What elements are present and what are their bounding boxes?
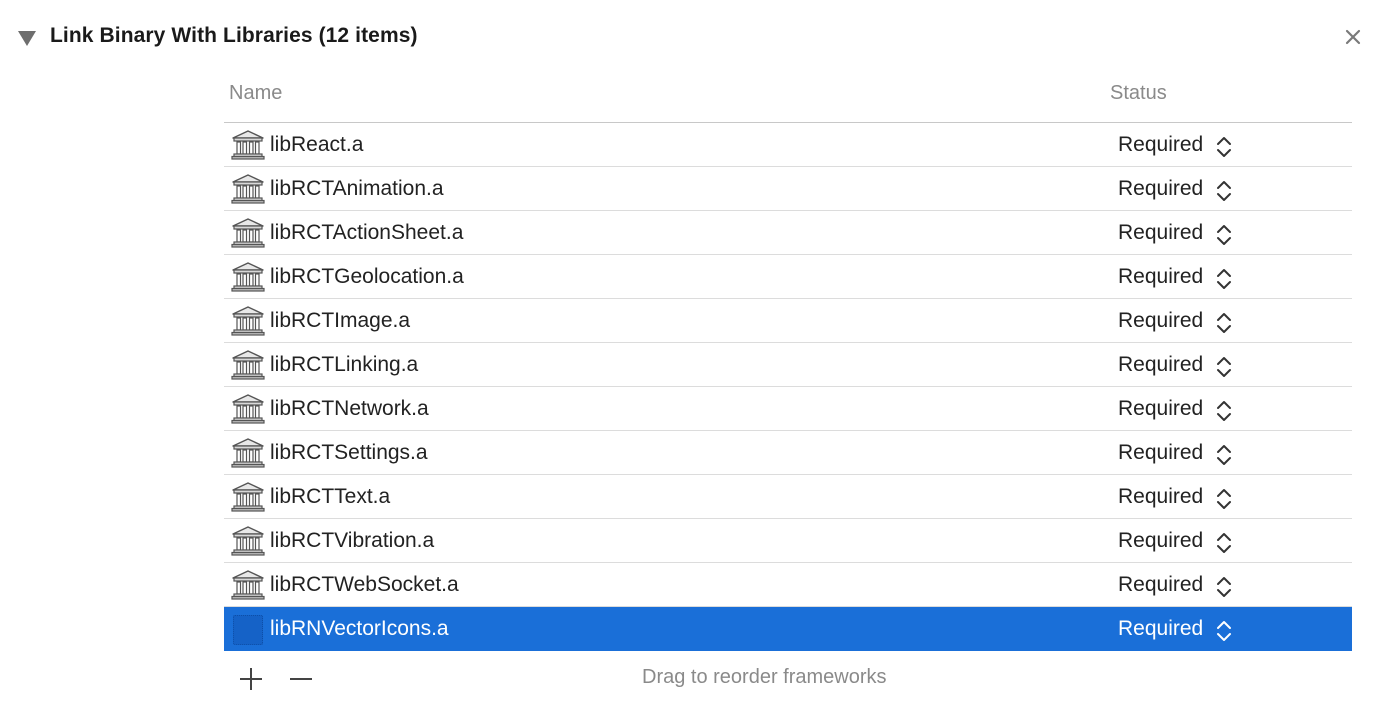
- status-value: Required: [1118, 529, 1204, 552]
- table-row[interactable]: libReact.a Required: [224, 123, 1352, 167]
- table-row[interactable]: libRCTVibration.a Required: [224, 519, 1352, 563]
- table-row[interactable]: libRCTImage.a Required: [224, 299, 1352, 343]
- status-popup-button[interactable]: Required: [1118, 573, 1231, 599]
- up-down-chevron-icon: [1216, 442, 1232, 468]
- table-row[interactable]: libRCTSettings.a Required: [224, 431, 1352, 475]
- table-header: Name Status: [224, 72, 1352, 123]
- reorder-hint: Drag to reorder frameworks: [642, 666, 887, 688]
- status-value: Required: [1118, 353, 1204, 376]
- build-phase-header: Link Binary With Libraries (12 items): [0, 0, 1380, 78]
- library-name: libRCTText.a: [270, 485, 391, 508]
- up-down-chevron-icon: [1216, 618, 1232, 644]
- library-icon: [231, 526, 265, 556]
- table-row[interactable]: libRCTActionSheet.a Required: [224, 211, 1352, 255]
- table-row[interactable]: libRNVectorIcons.a Required: [224, 607, 1352, 651]
- table-row[interactable]: libRCTGeolocation.a Required: [224, 255, 1352, 299]
- library-icon: [231, 130, 265, 160]
- status-value: Required: [1118, 221, 1204, 244]
- table-row[interactable]: libRCTNetwork.a Required: [224, 387, 1352, 431]
- up-down-chevron-icon: [1216, 398, 1232, 424]
- table-row[interactable]: libRCTWebSocket.a Required: [224, 563, 1352, 607]
- status-popup-button[interactable]: Required: [1118, 265, 1231, 291]
- library-icon: [231, 570, 265, 600]
- up-down-chevron-icon: [1216, 574, 1232, 600]
- status-value: Required: [1118, 441, 1204, 464]
- status-value: Required: [1118, 177, 1204, 200]
- library-name: libRCTNetwork.a: [270, 397, 429, 420]
- library-name: libRCTSettings.a: [270, 441, 428, 464]
- table-row[interactable]: libRCTText.a Required: [224, 475, 1352, 519]
- table-row[interactable]: libRCTLinking.a Required: [224, 343, 1352, 387]
- library-icon: [231, 262, 265, 292]
- status-value: Required: [1118, 133, 1204, 156]
- library-icon: [231, 614, 265, 645]
- library-icon: [231, 394, 265, 424]
- library-name: libRCTAnimation.a: [270, 177, 444, 200]
- status-value: Required: [1118, 573, 1204, 596]
- status-popup-button[interactable]: Required: [1118, 177, 1231, 203]
- library-icon: [231, 218, 265, 248]
- up-down-chevron-icon: [1216, 134, 1232, 160]
- status-value: Required: [1118, 309, 1204, 332]
- library-icon: [231, 350, 265, 380]
- status-popup-button[interactable]: Required: [1118, 221, 1231, 247]
- status-popup-button[interactable]: Required: [1118, 309, 1231, 335]
- library-name: libRCTImage.a: [270, 309, 411, 332]
- library-name: libRCTLinking.a: [270, 353, 419, 376]
- libraries-table: Name Status libReact.a Required libRCTAn…: [224, 72, 1352, 651]
- status-value: Required: [1118, 485, 1204, 508]
- status-popup-button[interactable]: Required: [1118, 441, 1231, 467]
- library-name: libRNVectorIcons.a: [270, 617, 449, 640]
- table-footer: Drag to reorder frameworks: [224, 652, 1352, 704]
- column-header-name[interactable]: Name: [229, 82, 282, 105]
- status-popup-button[interactable]: Required: [1118, 133, 1231, 159]
- up-down-chevron-icon: [1216, 310, 1232, 336]
- library-name: libRCTActionSheet.a: [270, 221, 464, 244]
- library-icon: [231, 174, 265, 204]
- library-icon: [231, 306, 265, 336]
- close-icon[interactable]: [1340, 24, 1366, 50]
- library-icon: [231, 438, 265, 468]
- table-body: libReact.a Required libRCTAnimation.a Re…: [224, 123, 1352, 651]
- up-down-chevron-icon: [1216, 486, 1232, 512]
- disclosure-triangle-icon[interactable]: [18, 31, 36, 46]
- up-down-chevron-icon: [1216, 530, 1232, 556]
- status-value: Required: [1118, 397, 1204, 420]
- library-name: libRCTGeolocation.a: [270, 265, 464, 288]
- status-value: Required: [1118, 617, 1204, 640]
- up-down-chevron-icon: [1216, 266, 1232, 292]
- library-icon: [231, 482, 265, 512]
- up-down-chevron-icon: [1216, 178, 1232, 204]
- status-popup-button[interactable]: Required: [1118, 397, 1231, 423]
- library-name: libRCTVibration.a: [270, 529, 435, 552]
- library-name: libReact.a: [270, 133, 364, 156]
- section-title: Link Binary With Libraries (12 items): [50, 24, 418, 47]
- status-popup-button[interactable]: Required: [1118, 529, 1231, 555]
- column-header-status[interactable]: Status: [1110, 82, 1167, 105]
- status-popup-button[interactable]: Required: [1118, 353, 1231, 379]
- add-library-button[interactable]: [238, 666, 264, 692]
- library-name: libRCTWebSocket.a: [270, 573, 459, 596]
- status-popup-button[interactable]: Required: [1118, 485, 1231, 511]
- minus-icon: [290, 678, 312, 680]
- status-value: Required: [1118, 265, 1204, 288]
- up-down-chevron-icon: [1216, 222, 1232, 248]
- table-row[interactable]: libRCTAnimation.a Required: [224, 167, 1352, 211]
- up-down-chevron-icon: [1216, 354, 1232, 380]
- plus-icon: [240, 668, 262, 690]
- remove-library-button[interactable]: [288, 666, 314, 692]
- status-popup-button[interactable]: Required: [1118, 617, 1231, 643]
